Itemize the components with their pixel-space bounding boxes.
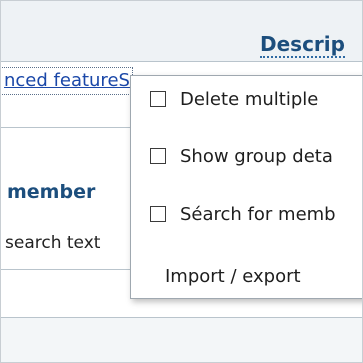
- show-group-details-checkbox[interactable]: [150, 148, 166, 164]
- delete-multiple-checkbox[interactable]: [150, 91, 166, 107]
- menu-item-label: Séarch for memb: [180, 203, 336, 225]
- app-frame: Descrip nced featureS member search text…: [0, 0, 363, 363]
- member-label: member: [7, 181, 96, 203]
- menu-item-show-group-details[interactable]: Show group deta: [131, 136, 362, 176]
- menu-item-label: Import / export: [165, 265, 301, 287]
- menu-item-search-for-members[interactable]: Séarch for memb: [131, 194, 362, 234]
- menu-item-label: Show group deta: [180, 145, 333, 167]
- menu-item-label: Delete multiple: [180, 88, 319, 110]
- advanced-features-menu: Delete multiple Show group deta Séarch f…: [130, 75, 362, 299]
- table-header-band: Descrip: [1, 1, 362, 61]
- search-text-label: search text: [5, 233, 101, 253]
- menu-item-delete-multiple[interactable]: Delete multiple: [131, 79, 362, 119]
- menu-item-import-export[interactable]: Import / export: [131, 256, 362, 296]
- search-for-members-checkbox[interactable]: [150, 206, 166, 222]
- description-column-header[interactable]: Descrip: [260, 32, 345, 58]
- header-divider: [1, 61, 362, 62]
- advanced-features-link[interactable]: nced featureS: [1, 67, 133, 95]
- footer-band: [1, 317, 362, 362]
